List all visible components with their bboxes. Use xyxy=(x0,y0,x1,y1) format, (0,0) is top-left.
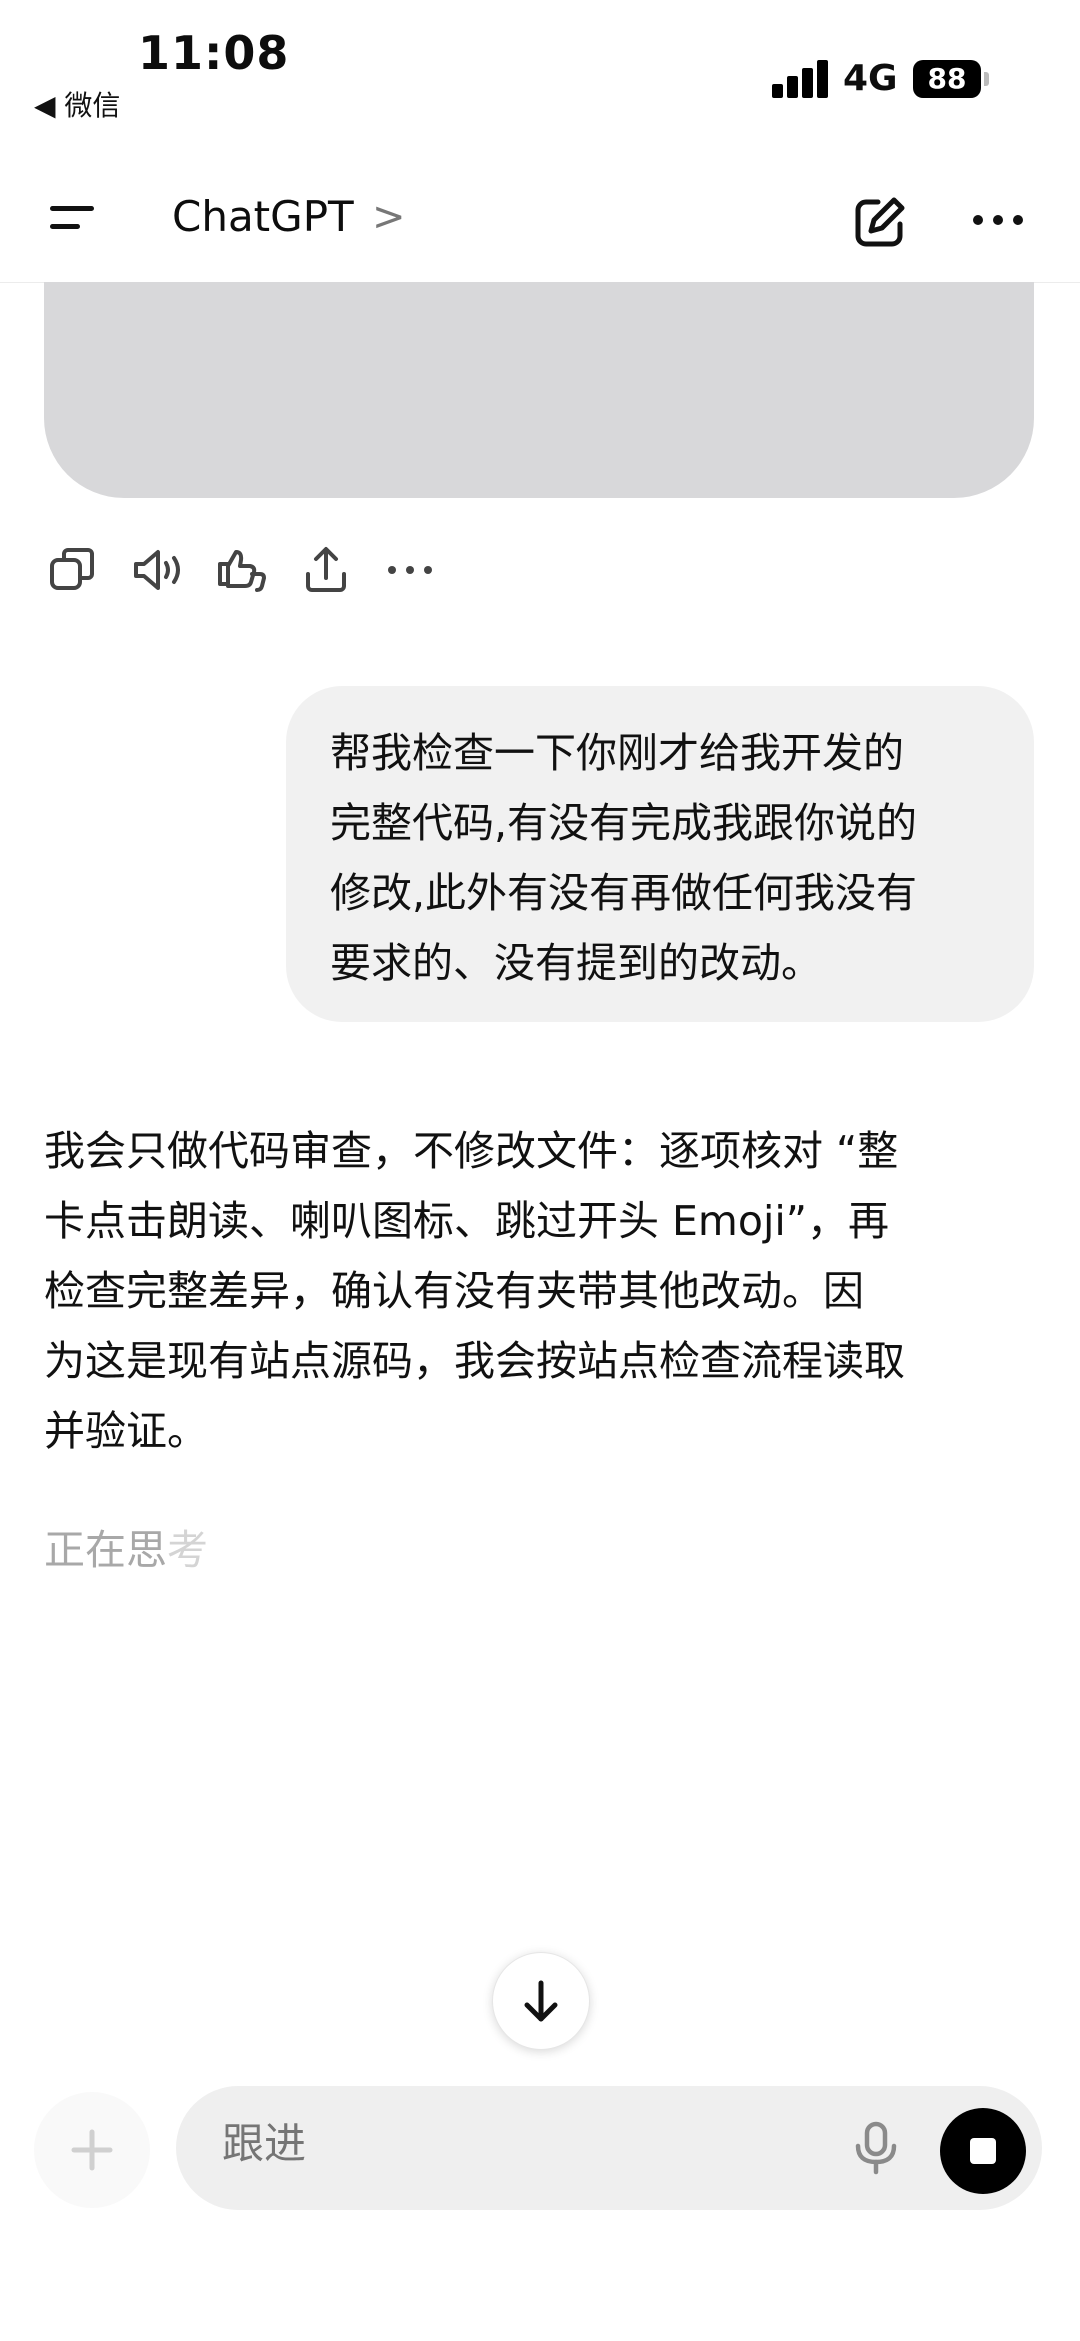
feedback-thumbs-icon[interactable] xyxy=(214,542,270,598)
assistant-message-line: 并验证。 xyxy=(44,1407,208,1455)
thinking-text-fade: 考 xyxy=(167,1526,208,1574)
user-message-line: 完整代码,有没有完成我跟你说的 xyxy=(330,799,918,847)
microphone-icon[interactable] xyxy=(846,2118,906,2178)
assistant-message: 我会只做代码审查，不修改文件：逐项核对 “整 卡点击朗读、喇叭图标、跳过开头 E… xyxy=(44,1116,1034,1466)
arrow-down-icon xyxy=(524,1980,558,2022)
share-icon[interactable] xyxy=(298,542,354,598)
copy-icon[interactable] xyxy=(46,542,102,598)
plus-icon xyxy=(71,2129,113,2171)
user-message-bubble: 帮我检查一下你刚才给我开发的 完整代码,有没有完成我跟你说的 修改,此外有没有再… xyxy=(286,686,1034,1022)
new-chat-edit-icon[interactable] xyxy=(850,192,910,252)
user-message-line: 修改,此外有没有再做任何我没有 xyxy=(330,869,918,917)
follow-up-input[interactable] xyxy=(220,2118,724,2169)
sidebar-menu-icon[interactable] xyxy=(40,198,104,238)
assistant-message-line: 我会只做代码审查，不修改文件：逐项核对 “整 xyxy=(44,1127,899,1175)
composer-bar xyxy=(176,2086,1042,2210)
thinking-indicator: 正在思考 xyxy=(44,1516,208,1576)
thinking-text: 正在思 xyxy=(44,1526,167,1574)
status-bar: 11:08 ◀ 微信 4G 88 xyxy=(0,0,1080,150)
scroll-to-bottom-button[interactable] xyxy=(492,1952,590,2050)
app-header: ChatGPT > xyxy=(0,150,1080,283)
read-aloud-icon[interactable] xyxy=(130,542,186,598)
assistant-message-line: 为这是现有站点源码，我会按站点检查流程读取 xyxy=(44,1337,905,1385)
battery-tip xyxy=(984,72,989,86)
assistant-message-line: 检查完整差异，确认有没有夹带其他改动。因 xyxy=(44,1267,864,1315)
user-message-line: 帮我检查一下你刚才给我开发的 xyxy=(330,729,904,777)
user-message-line: 要求的、没有提到的改动。 xyxy=(330,939,822,987)
network-type: 4G xyxy=(843,58,898,99)
model-title[interactable]: ChatGPT xyxy=(172,192,354,241)
battery-icon: 88 xyxy=(913,60,981,98)
more-icon[interactable] xyxy=(382,542,438,598)
assistant-message-line: 卡点击朗读、喇叭图标、跳过开头 Emoji”，再 xyxy=(44,1197,889,1245)
chevron-right-icon[interactable]: > xyxy=(372,194,406,240)
attach-plus-button[interactable] xyxy=(34,2092,150,2208)
back-to-wechat-link[interactable]: ◀ 微信 xyxy=(34,84,120,124)
status-time: 11:08 xyxy=(138,26,290,80)
cellular-signal-icon xyxy=(772,60,830,98)
more-options-icon[interactable] xyxy=(968,200,1028,240)
stop-generating-button[interactable] xyxy=(940,2108,1026,2194)
image-preview-card[interactable] xyxy=(44,282,1034,498)
stop-icon xyxy=(970,2138,996,2164)
